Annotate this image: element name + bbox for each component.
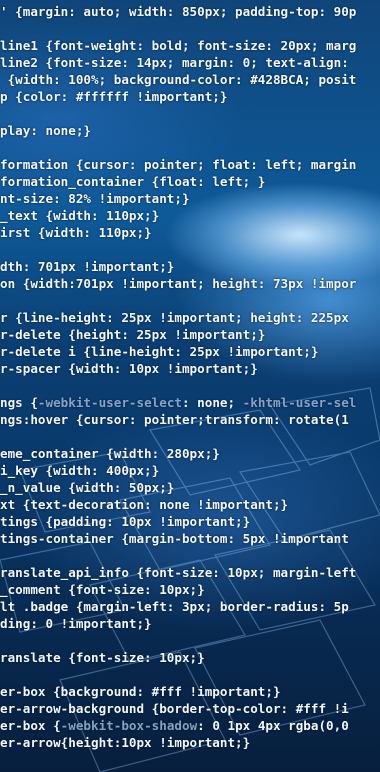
code-segment: r-delete i {line-height: 25px !important… [0, 344, 319, 359]
code-segment: nt-size: 82% !important;} [0, 191, 190, 206]
code-line: xt {text-decoration: none !important;} [0, 497, 289, 512]
code-segment: formation {cursor: pointer; float: left;… [0, 157, 357, 172]
code-segment: _text {width: 110px;} [0, 208, 160, 223]
code-segment: ngs:hover {cursor: pointer;transform: ro… [0, 412, 349, 427]
code-line: ngs {-webkit-user-select: none; -khtml-u… [0, 395, 357, 410]
code-segment: : none; [181, 395, 243, 410]
code-segment: dth: 701px !important;} [0, 259, 175, 274]
code-line: {width: 100%; background-color: #428BCA;… [0, 72, 357, 87]
code-line: ding: 0 !important;} [0, 616, 152, 631]
code-segment: -khtml-user-sel [242, 395, 357, 410]
code-line: r {line-height: 25px !important; height:… [0, 310, 349, 325]
code-segment: {width: 100%; background-color: #428BCA;… [0, 72, 357, 87]
code-line: ' {margin: auto; width: 850px; padding-t… [0, 4, 357, 19]
code-line: er-arrow{height:10px !important;} [0, 735, 251, 750]
code-segment: r-delete {height: 25px !important;} [0, 327, 266, 342]
code-segment: ngs { [0, 395, 38, 410]
code-line: r-delete {height: 25px !important;} [0, 327, 266, 342]
code-segment: er-arrow{height:10px !important;} [0, 735, 251, 750]
code-segment: i_key {width: 400px;} [0, 463, 160, 478]
code-segment: formation_container {float: left; } [0, 174, 266, 189]
code-segment: line1 {font-weight: bold; font-size: 20p… [0, 38, 357, 53]
code-segment: ranslate_api_info {font-size: 10px; marg… [0, 565, 357, 580]
code-line: tings {padding: 10px !important;} [0, 514, 251, 529]
code-segment: irst {width: 110px;} [0, 225, 152, 240]
code-line: i_key {width: 400px;} [0, 463, 160, 478]
code-segment: on {width:701px !important; height: 73px… [0, 276, 357, 291]
code-line: formation_container {float: left; } [0, 174, 266, 189]
code-line: ngs:hover {cursor: pointer;transform: ro… [0, 412, 349, 427]
code-segment: r-spacer {width: 10px !important;} [0, 361, 258, 376]
code-line: line2 {font-size: 14px; margin: 0; text-… [0, 55, 357, 70]
code-segment: ding: 0 !important;} [0, 616, 152, 631]
code-line: on {width:701px !important; height: 73px… [0, 276, 357, 291]
code-segment: play: none;} [0, 123, 91, 138]
code-line: er-box {background: #fff !important;} [0, 684, 281, 699]
code-segment: xt {text-decoration: none !important;} [0, 497, 289, 512]
code-line: ranslate_api_info {font-size: 10px; marg… [0, 565, 357, 580]
code-segment: r {line-height: 25px !important; height:… [0, 310, 349, 325]
code-line: lt .badge {margin-left: 3px; border-radi… [0, 599, 349, 614]
code-segment: _n_value {width: 50px;} [0, 480, 175, 495]
code-segment: -webkit-box-shadow [60, 718, 198, 733]
code-line: formation {cursor: pointer; float: left;… [0, 157, 357, 172]
code-segment: lt .badge {margin-left: 3px; border-radi… [0, 599, 349, 614]
code-line: play: none;} [0, 123, 91, 138]
code-line: eme_container {width: 280px;} [0, 446, 220, 461]
code-segment: -webkit-user-select [37, 395, 182, 410]
code-line: p {color: #ffffff !important;} [0, 89, 228, 104]
code-segment: p {color: #ffffff !important;} [0, 89, 228, 104]
code-segment: er-box {background: #fff !important;} [0, 684, 281, 699]
code-line: er-box {-webkit-box-shadow: 0 1px 4px rg… [0, 718, 349, 733]
code-line: tings-container {margin-bottom: 5px !imp… [0, 531, 349, 546]
code-segment: : 0 1px 4px rgba(0,0 [197, 718, 349, 733]
code-line: _text {width: 110px;} [0, 208, 160, 223]
code-line: line1 {font-weight: bold; font-size: 20p… [0, 38, 357, 53]
code-line: nt-size: 82% !important;} [0, 191, 190, 206]
code-segment: _comment {font-size: 10px;} [0, 582, 205, 597]
css-code-overlay: ' {margin: auto; width: 850px; padding-t… [0, 0, 380, 772]
code-segment: er-arrow-background {border-top-color: #… [0, 701, 349, 716]
code-segment: tings-container {margin-bottom: 5px !imp… [0, 531, 349, 546]
code-line: dth: 701px !important;} [0, 259, 175, 274]
code-line: irst {width: 110px;} [0, 225, 152, 240]
code-segment: tings {padding: 10px !important;} [0, 514, 251, 529]
code-line: _n_value {width: 50px;} [0, 480, 175, 495]
code-segment: line2 {font-size: 14px; margin: 0; text-… [0, 55, 357, 70]
code-line: r-spacer {width: 10px !important;} [0, 361, 258, 376]
code-segment: ranslate {font-size: 10px;} [0, 650, 205, 665]
code-segment: eme_container {width: 280px;} [0, 446, 220, 461]
code-line: ranslate {font-size: 10px;} [0, 650, 205, 665]
code-segment: ' {margin: auto; width: 850px; padding-t… [0, 4, 357, 19]
code-segment: er-box { [0, 718, 61, 733]
code-line: r-delete i {line-height: 25px !important… [0, 344, 319, 359]
code-line: er-arrow-background {border-top-color: #… [0, 701, 349, 716]
code-line: _comment {font-size: 10px;} [0, 582, 205, 597]
